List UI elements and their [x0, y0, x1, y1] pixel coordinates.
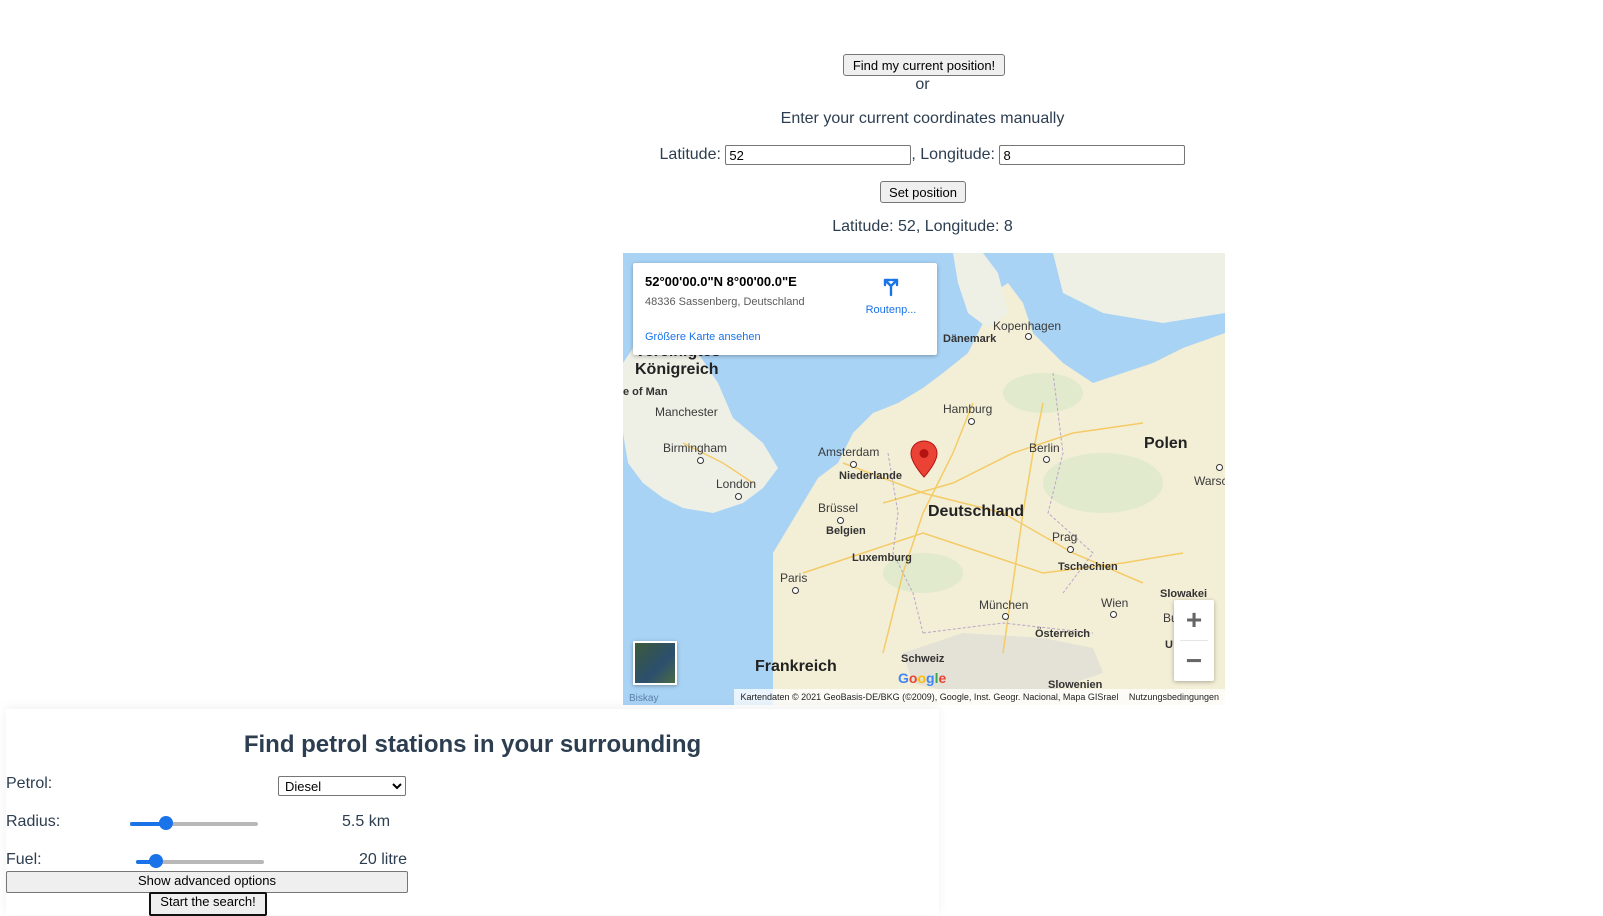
terms-link[interactable]: Nutzungsbedingungen — [1129, 692, 1219, 702]
latitude-label: Latitude: — [659, 146, 721, 164]
label-slowakei: Slowakei — [1160, 588, 1208, 600]
label-daenemark: Dänemark — [943, 333, 997, 345]
longitude-label: , Longitude: — [911, 146, 995, 164]
label-deutschland: Deutschland — [928, 503, 1025, 520]
fuel-value: 20 litre — [359, 851, 408, 868]
label-muenchen: München — [979, 598, 1029, 612]
label-warsaw: Warsc — [1194, 474, 1225, 488]
label-belgien: Belgien — [826, 525, 866, 537]
label-birmingham: Birmingham — [663, 441, 728, 455]
city-dot — [837, 517, 844, 524]
fuel-label: Fuel: — [6, 851, 42, 868]
petrol-select[interactable]: Diesel — [278, 776, 406, 796]
set-position-button[interactable]: Set position — [880, 181, 966, 203]
map-attribution: Kartendaten © 2021 GeoBasis-DE/BKG (©200… — [734, 689, 1225, 705]
city-dot — [850, 461, 857, 468]
label-oesterreich: Österreich — [1035, 628, 1091, 640]
map-embed[interactable]: Vereinigtes Königreich e of Man Manchest… — [623, 253, 1225, 705]
label-niederlande: Niederlande — [839, 470, 902, 482]
city-dot — [968, 418, 975, 425]
label-prag: Prag — [1052, 530, 1078, 544]
radius-slider[interactable] — [130, 816, 258, 830]
label-paris: Paris — [780, 571, 808, 585]
fuel-slider-thumb[interactable] — [149, 854, 164, 868]
label-berlin: Berlin — [1029, 441, 1060, 455]
label-frankreich: Frankreich — [755, 658, 837, 675]
label-uk-2: Königreich — [635, 361, 719, 378]
city-dot — [697, 457, 704, 464]
search-panel: Find petrol stations in your surrounding… — [6, 709, 939, 916]
label-u: U — [1165, 639, 1173, 651]
start-search-button[interactable]: Start the search! — [149, 892, 267, 916]
manual-entry-heading: Enter your current coordinates manually — [780, 110, 1065, 127]
place-info-card: 52°00'00.0"N 8°00'00.0"E 48336 Sassenber… — [633, 263, 937, 355]
label-amsterdam: Amsterdam — [818, 445, 880, 459]
card-coordinates: 52°00'00.0"N 8°00'00.0"E — [645, 274, 797, 289]
city-dot — [1025, 333, 1032, 340]
longitude-input[interactable] — [999, 145, 1186, 165]
location-marker-icon[interactable] — [910, 440, 938, 478]
satellite-view-toggle[interactable] — [633, 641, 677, 685]
city-dot — [1002, 613, 1009, 620]
city-dot — [1216, 464, 1223, 471]
larger-map-link[interactable]: Größere Karte ansehen — [645, 331, 761, 343]
coordinate-row: Latitude: , Longitude: — [0, 145, 1603, 165]
petrol-label: Petrol: — [6, 775, 53, 792]
current-position-text: Latitude: 52, Longitude: 8 — [832, 218, 1013, 235]
panel-title: Find petrol stations in your surrounding — [243, 731, 702, 758]
directions-icon — [883, 278, 899, 297]
zoom-in-button[interactable]: + — [1174, 600, 1214, 640]
directions-button[interactable]: Routenp... — [861, 275, 921, 316]
zoom-controls: + − — [1174, 600, 1214, 681]
card-address: 48336 Sassenberg, Deutschland — [645, 296, 805, 308]
find-position-button[interactable]: Find my current position! — [843, 54, 1005, 76]
label-schweiz: Schweiz — [901, 653, 945, 665]
label-manchester: Manchester — [655, 405, 718, 419]
label-wien: Wien — [1101, 596, 1129, 610]
attribution-text: Kartendaten © 2021 GeoBasis-DE/BKG (©200… — [740, 692, 1119, 702]
label-polen: Polen — [1144, 435, 1188, 452]
radius-slider-thumb[interactable] — [158, 816, 173, 830]
city-dot — [792, 587, 799, 594]
label-hamburg: Hamburg — [943, 402, 993, 416]
label-isle-of-man: e of Man — [623, 386, 668, 398]
city-dot — [1110, 611, 1117, 618]
label-bruessel: Brüssel — [818, 501, 859, 515]
label-tschechien: Tschechien — [1058, 561, 1118, 573]
label-biskay: Biskay — [629, 693, 659, 704]
radius-value: 5.5 km — [342, 813, 391, 830]
zoom-out-button[interactable]: − — [1174, 641, 1214, 681]
city-dot — [735, 493, 742, 500]
fuel-slider[interactable] — [136, 854, 264, 868]
label-kopenhagen: Kopenhagen — [993, 319, 1062, 333]
advanced-options-button[interactable]: Show advanced options — [6, 871, 408, 893]
google-logo: Google — [898, 670, 947, 686]
city-dot — [1067, 546, 1074, 553]
latitude-input[interactable] — [725, 145, 912, 165]
radius-label: Radius: — [6, 813, 61, 830]
label-luxemburg: Luxemburg — [852, 552, 912, 564]
or-text: or — [915, 76, 930, 93]
label-london: London — [716, 477, 757, 491]
directions-label: Routenp... — [865, 304, 917, 316]
city-dot — [1043, 456, 1050, 463]
